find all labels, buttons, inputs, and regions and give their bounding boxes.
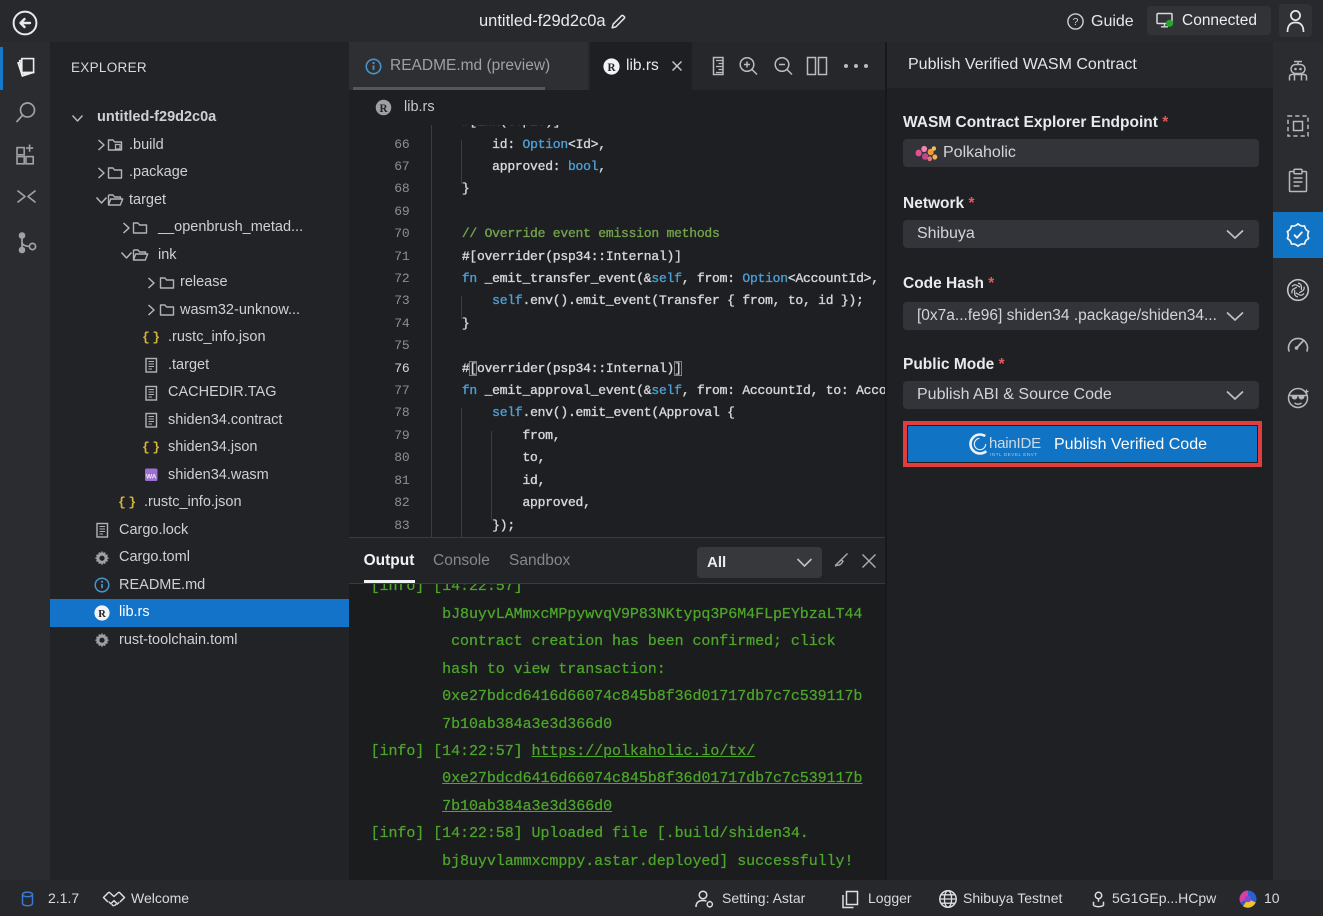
svg-text:?: ? xyxy=(1073,16,1079,28)
